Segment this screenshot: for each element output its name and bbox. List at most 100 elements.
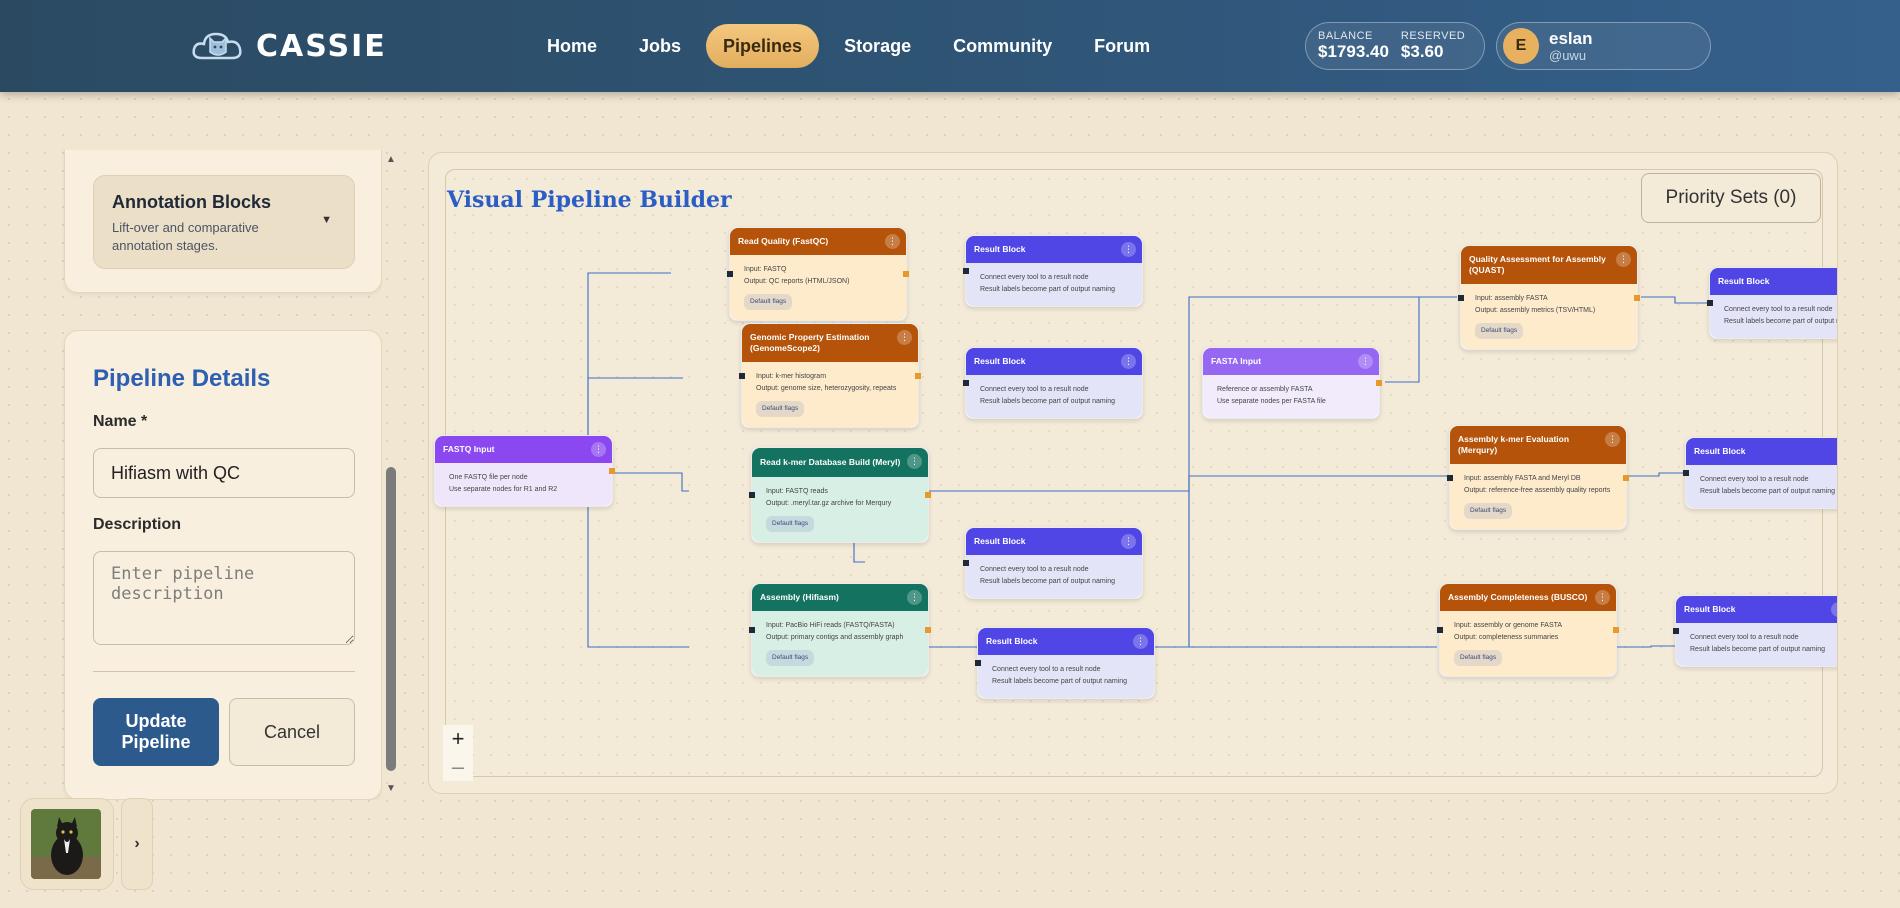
node-fastqc[interactable]: Read Quality (FastQC) ⋮ Input: FASTQ Out… xyxy=(727,227,909,321)
node-result-block[interactable]: Result Block ⋮ Connect every tool to a r… xyxy=(975,627,1155,699)
zoom-in-button[interactable]: + xyxy=(443,725,473,753)
nav-community[interactable]: Community xyxy=(936,24,1069,68)
cancel-button[interactable]: Cancel xyxy=(229,698,355,766)
input-port[interactable] xyxy=(749,627,755,633)
nav-forum[interactable]: Forum xyxy=(1077,24,1167,68)
input-port[interactable] xyxy=(963,268,969,274)
node-result-block[interactable]: Result Block ⋮ Connect every tool to a r… xyxy=(963,527,1143,599)
output-port[interactable] xyxy=(1376,380,1382,386)
default-flags-badge[interactable]: Default flags xyxy=(766,516,815,532)
node-result-block[interactable]: Result Block ⋮ Connect every tool to a r… xyxy=(1673,595,1837,667)
node-line: Result labels become part of output nami… xyxy=(980,286,1116,293)
pipeline-canvas[interactable]: Visual Pipeline Builder Priority Sets (0… xyxy=(428,152,1838,794)
node-fastq-input[interactable]: FASTQ Input ⋮ One FASTQ file per node Us… xyxy=(434,435,615,507)
node-menu-icon[interactable]: ⋮ xyxy=(1595,590,1610,605)
pipeline-description-input[interactable] xyxy=(93,551,355,645)
default-flags-badge[interactable]: Default flags xyxy=(1464,503,1513,519)
output-port[interactable] xyxy=(1634,294,1640,301)
annotation-blocks-description: Lift-over and comparative annotation sta… xyxy=(112,220,259,253)
output-port[interactable] xyxy=(915,372,921,379)
node-menu-icon[interactable]: ⋮ xyxy=(897,330,912,345)
default-flags-badge[interactable]: Default flags xyxy=(756,401,805,417)
node-body: One FASTQ file per node Use separate nod… xyxy=(435,463,612,506)
input-port[interactable] xyxy=(1707,300,1713,306)
media-thumbnail-card[interactable] xyxy=(20,798,114,890)
input-port[interactable] xyxy=(1673,628,1679,634)
node-line: Input: assembly FASTA and Meryl DB xyxy=(1464,475,1581,482)
nav-storage[interactable]: Storage xyxy=(827,24,928,68)
top-navbar: CASSIE Home Jobs Pipelines Storage Commu… xyxy=(0,0,1900,92)
node-menu-icon[interactable]: ⋮ xyxy=(1358,354,1373,369)
output-port[interactable] xyxy=(925,492,931,498)
node-result-block[interactable]: Result Block ⋮ Connect every tool to a r… xyxy=(963,235,1143,307)
update-pipeline-button[interactable]: Update Pipeline xyxy=(93,698,219,766)
scroll-down-arrow-icon[interactable]: ▼ xyxy=(386,783,396,794)
output-port[interactable] xyxy=(925,627,931,633)
input-port[interactable] xyxy=(727,271,733,277)
node-busco[interactable]: Assembly Completeness (BUSCO) ⋮ Input: a… xyxy=(1437,583,1619,677)
node-body: Input: PacBio HiFi reads (FASTQ/FASTA) O… xyxy=(752,611,928,676)
sidebar-scrollbar[interactable]: ▲ ▼ xyxy=(384,154,398,794)
node-result-block[interactable]: Result Block ⋮ Connect every tool to a r… xyxy=(963,347,1143,419)
zoom-out-button[interactable]: – xyxy=(443,753,473,781)
default-flags-badge[interactable]: Default flags xyxy=(1475,323,1524,339)
default-flags-badge[interactable]: Default flags xyxy=(766,650,815,666)
node-line: Output: primary contigs and assembly gra… xyxy=(766,634,904,641)
default-flags-badge[interactable]: Default flags xyxy=(744,294,793,310)
nav-home[interactable]: Home xyxy=(530,24,614,68)
node-menu-icon[interactable]: ⋮ xyxy=(907,590,922,605)
scrollbar-thumb[interactable] xyxy=(386,467,396,771)
node-line: Output: genome size, heterozygosity, rep… xyxy=(756,385,897,392)
input-port[interactable] xyxy=(963,560,969,566)
user-menu[interactable]: E eslan @uwu xyxy=(1496,22,1711,70)
node-line: Input: PacBio HiFi reads (FASTQ/FASTA) xyxy=(766,622,895,629)
node-fasta-input[interactable]: FASTA Input ⋮ Reference or assembly FAST… xyxy=(1202,347,1382,419)
node-menu-icon[interactable]: ⋮ xyxy=(1133,634,1148,649)
nav-pipelines[interactable]: Pipelines xyxy=(706,24,820,68)
input-port[interactable] xyxy=(975,660,981,666)
node-result-block[interactable]: Result Block ⋮ Connect every tool to a r… xyxy=(1707,267,1837,339)
node-quast[interactable]: Quality Assessment for Assembly (QUAST) … xyxy=(1458,245,1640,350)
node-meryl[interactable]: Read k-mer Database Build (Meryl) ⋮ Inpu… xyxy=(749,447,931,543)
node-menu-icon[interactable]: ⋮ xyxy=(1616,252,1631,267)
node-menu-icon[interactable]: ⋮ xyxy=(907,454,922,469)
node-body: Input: assembly or genome FASTA Output: … xyxy=(1440,611,1616,676)
node-menu-icon[interactable]: ⋮ xyxy=(591,442,606,457)
default-flags-badge[interactable]: Default flags xyxy=(1454,650,1503,666)
node-menu-icon[interactable]: ⋮ xyxy=(1121,354,1136,369)
balance-widget[interactable]: BALANCE $1793.40 RESERVED $3.60 xyxy=(1305,22,1485,70)
input-port[interactable] xyxy=(963,380,969,386)
pipeline-details-card: Pipeline Details Name * Description Upda… xyxy=(64,330,382,800)
input-port[interactable] xyxy=(1447,474,1453,481)
node-line: Reference or assembly FASTA xyxy=(1217,386,1313,393)
output-port[interactable] xyxy=(903,271,909,277)
input-port[interactable] xyxy=(1683,470,1689,476)
annotation-blocks-accordion[interactable]: Annotation Blocks Lift-over and comparat… xyxy=(93,175,355,269)
node-body: Connect every tool to a result node Resu… xyxy=(1686,465,1837,508)
input-port[interactable] xyxy=(749,492,755,498)
output-port[interactable] xyxy=(1613,627,1619,633)
node-hifiasm[interactable]: Assembly (Hifiasm) ⋮ Input: PacBio HiFi … xyxy=(749,583,931,677)
reserved-column: RESERVED $3.60 xyxy=(1401,30,1465,62)
node-line: Result labels become part of output nami… xyxy=(1724,318,1837,325)
pipeline-name-input[interactable] xyxy=(93,448,355,498)
input-port[interactable] xyxy=(739,372,745,379)
node-body: Input: FASTQ reads Output: .meryl.tar.gz… xyxy=(752,477,928,542)
node-body: Connect every tool to a result node Resu… xyxy=(966,555,1142,598)
chevron-right-icon[interactable]: › xyxy=(121,798,153,890)
node-menu-icon[interactable]: ⋮ xyxy=(1605,432,1620,447)
scroll-up-arrow-icon[interactable]: ▲ xyxy=(386,154,396,165)
output-port[interactable] xyxy=(609,468,615,474)
node-menu-icon[interactable]: ⋮ xyxy=(885,234,900,249)
output-port[interactable] xyxy=(1623,474,1629,481)
brand-logo[interactable]: CASSIE xyxy=(190,22,387,71)
nav-jobs[interactable]: Jobs xyxy=(622,24,698,68)
node-menu-icon[interactable]: ⋮ xyxy=(1121,534,1136,549)
node-genomescope2[interactable]: Genomic Property Estimation (GenomeScope… xyxy=(739,323,921,428)
node-merqury[interactable]: Assembly k-mer Evaluation (Merqury) ⋮ In… xyxy=(1447,425,1629,530)
node-menu-icon[interactable]: ⋮ xyxy=(1121,242,1136,257)
input-port[interactable] xyxy=(1437,627,1443,633)
input-port[interactable] xyxy=(1458,294,1464,301)
node-title: Read Quality (FastQC) xyxy=(730,228,906,255)
node-result-block[interactable]: Result Block ⋮ Connect every tool to a r… xyxy=(1683,437,1837,509)
